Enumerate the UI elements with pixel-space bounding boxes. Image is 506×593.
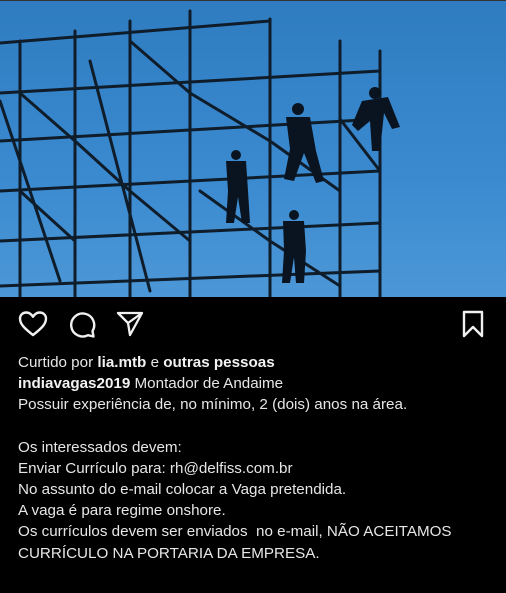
likes-conj: e	[150, 354, 160, 371]
send-icon[interactable]	[116, 311, 144, 337]
caption-email-line: Enviar Currículo para: rh@delfiss.com.br	[18, 459, 293, 477]
likes-line: Curtido por lia.mtb e outras pessoas	[18, 352, 498, 373]
caption-line: Possuir experiência de, no mínimo, 2 (do…	[18, 396, 408, 414]
instagram-post: Curtido por lia.mtb e outras pessoas ind…	[0, 0, 506, 593]
comment-icon[interactable]	[68, 310, 96, 338]
likes-prefix: Curtido por	[18, 354, 94, 371]
others-link[interactable]: outras pessoas	[163, 354, 274, 371]
caption-line: A vaga é para regime onshore.	[18, 502, 226, 520]
post-action-bar	[0, 296, 506, 352]
bookmark-icon[interactable]	[462, 310, 484, 338]
post-caption: Curtido por lia.mtb e outras pessoas ind…	[18, 352, 498, 564]
heart-icon[interactable]	[18, 310, 48, 338]
post-image[interactable]	[0, 0, 506, 297]
caption-line: Os currículos devem ser enviados no e-ma…	[18, 523, 452, 541]
scaffold-workers-photo	[0, 1, 506, 297]
liker-username[interactable]: lia.mtb	[97, 354, 146, 371]
caption-header: indiavagas2019 Montador de Andaime	[18, 373, 498, 394]
caption-line: CURRÍCULO NA PORTARIA DA EMPRESA.	[18, 544, 320, 562]
job-title: Montador de Andaime	[134, 375, 284, 393]
author-username[interactable]: indiavagas2019	[18, 375, 130, 392]
caption-line: Os interessados devem:	[18, 438, 182, 456]
caption-line: No assunto do e-mail colocar a Vaga pret…	[18, 481, 347, 499]
